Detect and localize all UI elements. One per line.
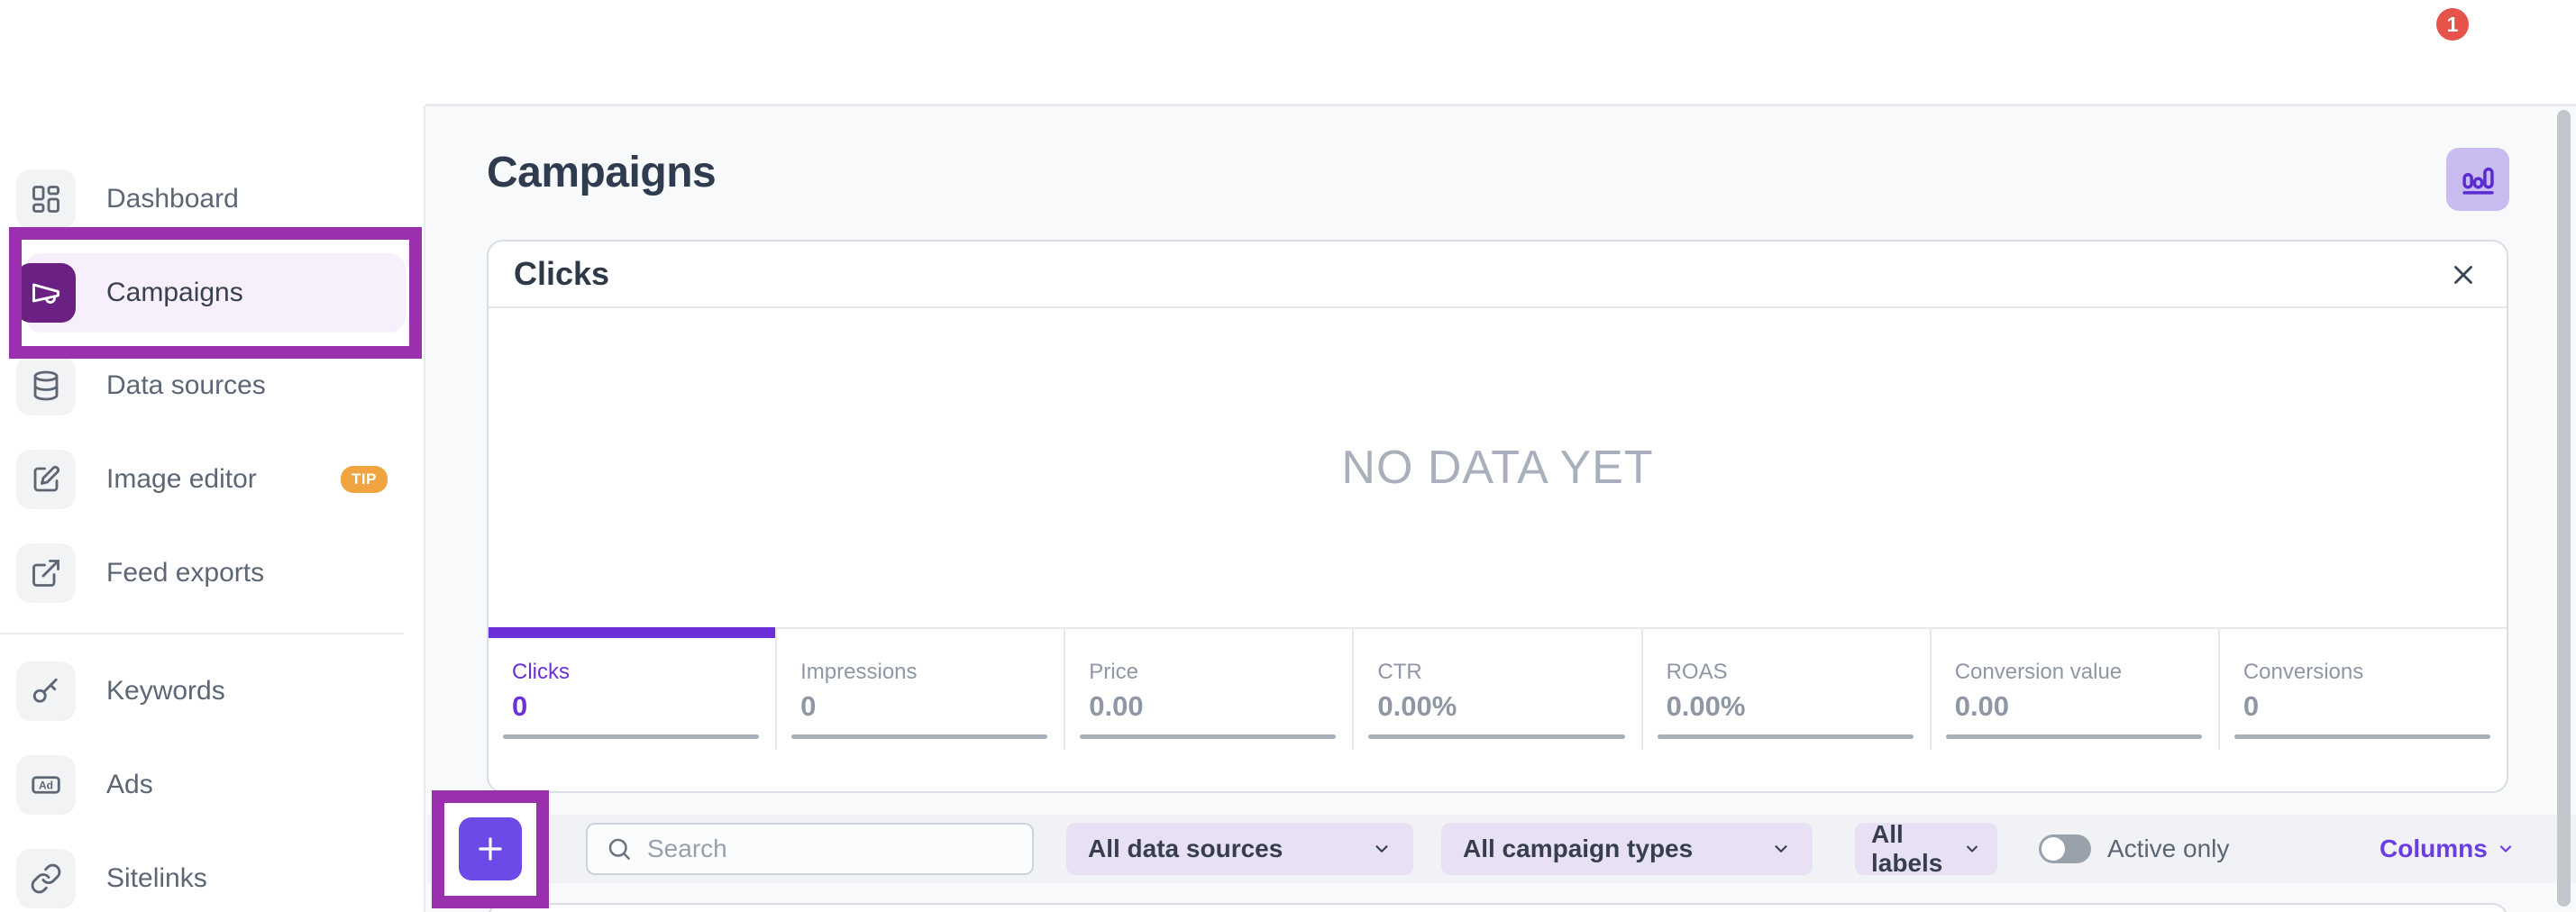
scrollbar[interactable]	[2557, 110, 2571, 907]
metric-label: Price	[1089, 660, 1138, 685]
close-icon[interactable]	[2447, 259, 2480, 291]
sidebar-item-label: Dashboard	[106, 184, 239, 214]
sidebar-item-feed-exports[interactable]: Feed exports	[0, 526, 424, 620]
feed-export-icon	[16, 543, 76, 603]
sidebar: Dashboard Campaigns Data sources	[0, 105, 425, 912]
metric-tab-price[interactable]: Price 0.00	[1065, 627, 1354, 750]
metric-tab-conversion-value[interactable]: Conversion value 0.00	[1932, 627, 2220, 750]
active-only-toggle[interactable]	[2039, 834, 2091, 863]
sidebar-item-dashboard[interactable]: Dashboard	[0, 152, 424, 246]
tab-indicator	[1643, 627, 1930, 629]
tab-active-indicator	[489, 627, 775, 638]
campaign-types-filter[interactable]: All campaign types	[1441, 823, 1813, 875]
metric-label: CTR	[1377, 660, 1421, 685]
dashboard-icon	[16, 169, 76, 229]
metric-label: Impressions	[800, 660, 917, 685]
page-title: Campaigns	[487, 148, 716, 197]
bar-chart-icon	[2459, 160, 2497, 198]
metric-value: 0	[512, 690, 527, 723]
metric-sparkline	[2234, 734, 2490, 739]
sidebar-item-data-sources[interactable]: Data sources	[0, 339, 424, 433]
metric-sparkline	[1658, 734, 1914, 739]
add-campaign-button[interactable]	[459, 817, 522, 880]
chevron-down-icon	[1771, 839, 1791, 859]
chart-toggle-button[interactable]	[2446, 148, 2509, 211]
metric-tab-clicks[interactable]: Clicks 0	[489, 627, 777, 750]
metric-tab-ctr[interactable]: CTR 0.00%	[1354, 627, 1642, 750]
metric-value: 0	[800, 690, 816, 723]
sidebar-item-label: Sitelinks	[106, 863, 207, 894]
plus-icon	[473, 832, 507, 866]
metric-sparkline	[503, 734, 759, 739]
filter-label: All data sources	[1088, 834, 1283, 863]
sidebar-item-label: Ads	[106, 770, 153, 800]
sidebar-item-label: Image editor	[106, 464, 257, 495]
metric-tabs: Clicks 0 Impressions 0 Price 0.00 CTR 0.…	[489, 627, 2507, 750]
image-editor-icon	[16, 450, 76, 509]
notification-count-badge: 1	[2436, 8, 2469, 41]
tip-badge: TIP	[341, 466, 388, 493]
database-icon	[16, 356, 76, 415]
metric-sparkline	[1080, 734, 1336, 739]
sidebar-item-label: Keywords	[106, 676, 225, 707]
metric-value: 0.00	[1089, 690, 1143, 723]
active-only-label: Active only	[2107, 815, 2229, 883]
metric-tab-impressions[interactable]: Impressions 0	[777, 627, 1065, 750]
megaphone-icon	[16, 263, 76, 323]
metric-value: 0.00%	[1377, 690, 1457, 723]
sidebar-item-image-editor[interactable]: Image editor TIP	[0, 433, 424, 526]
ad-icon: Ad	[16, 755, 76, 815]
metric-value: 0.00	[1955, 690, 2009, 723]
filter-label: All campaign types	[1463, 834, 1693, 863]
metric-value: 0	[2243, 690, 2259, 723]
svg-text:Ad: Ad	[39, 780, 53, 792]
top-bar-divider	[425, 104, 2576, 106]
campaigns-table-card-top	[487, 903, 2508, 912]
metric-label: Conversions	[2243, 660, 2363, 685]
columns-button[interactable]: Columns	[2380, 815, 2515, 883]
sidebar-item-ads[interactable]: Ad Ads	[0, 738, 424, 832]
key-icon	[16, 661, 76, 721]
metric-sparkline	[1946, 734, 2202, 739]
chevron-down-icon	[1372, 839, 1392, 859]
sidebar-item-keywords[interactable]: Keywords	[0, 644, 424, 738]
filter-label: All labels	[1871, 820, 1963, 878]
clicks-chart-card: Clicks NO DATA YET Clicks 0 Impressions …	[487, 240, 2508, 793]
toggle-knob	[2042, 837, 2065, 861]
sidebar-item-campaigns[interactable]: Campaigns	[0, 246, 424, 340]
metric-tab-roas[interactable]: ROAS 0.00%	[1643, 627, 1932, 750]
sidebar-divider	[0, 633, 404, 634]
link-icon	[16, 849, 76, 908]
tab-indicator	[777, 627, 1064, 629]
search-icon	[606, 835, 633, 862]
search-input[interactable]	[647, 834, 990, 863]
metric-value: 0.00%	[1667, 690, 1746, 723]
metric-label: Clicks	[512, 660, 570, 685]
empty-state-text: NO DATA YET	[489, 308, 2507, 627]
chevron-down-icon	[1963, 840, 1981, 858]
metric-tab-conversions[interactable]: Conversions 0	[2220, 627, 2507, 750]
sidebar-item-label: Feed exports	[106, 558, 264, 588]
top-bar	[0, 0, 2576, 105]
tab-indicator	[1065, 627, 1352, 629]
search-box	[586, 823, 1034, 875]
chart-card-header: Clicks	[489, 242, 2507, 308]
tab-indicator	[2220, 627, 2507, 629]
data-sources-filter[interactable]: All data sources	[1066, 823, 1413, 875]
chevron-down-icon	[2497, 840, 2515, 858]
sidebar-item-label: Data sources	[106, 370, 266, 401]
sidebar-item-sitelinks[interactable]: Sitelinks	[0, 832, 424, 912]
metric-sparkline	[1368, 734, 1624, 739]
columns-label: Columns	[2380, 834, 2488, 863]
tab-indicator	[1354, 627, 1640, 629]
metric-label: ROAS	[1667, 660, 1728, 685]
metric-label: Conversion value	[1955, 660, 2122, 685]
tab-indicator	[1932, 627, 2218, 629]
chart-card-title: Clicks	[514, 255, 609, 293]
labels-filter[interactable]: All labels	[1855, 823, 1997, 875]
metric-sparkline	[791, 734, 1047, 739]
sidebar-item-label: Campaigns	[106, 278, 243, 308]
